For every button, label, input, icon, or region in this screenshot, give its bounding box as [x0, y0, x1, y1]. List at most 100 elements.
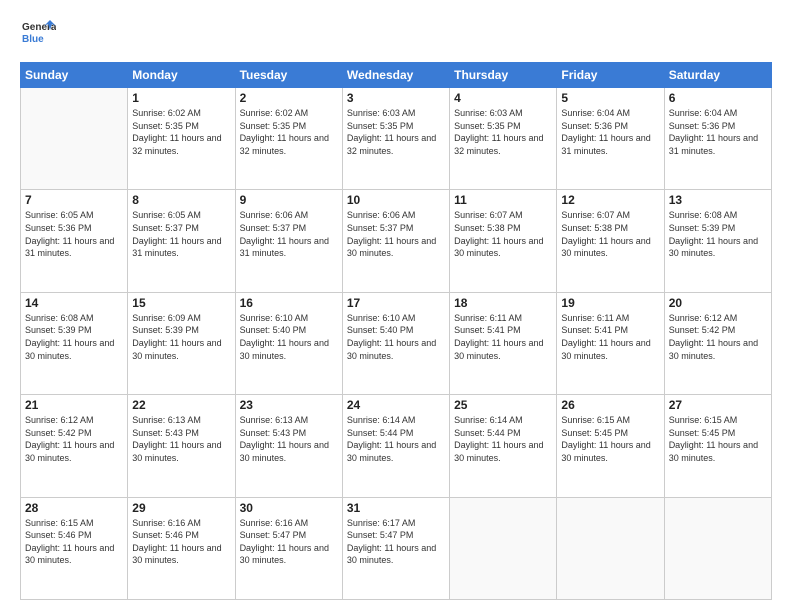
day-number: 15: [132, 296, 230, 310]
day-number: 20: [669, 296, 767, 310]
col-header-friday: Friday: [557, 63, 664, 88]
day-number: 26: [561, 398, 659, 412]
cell-info: Sunrise: 6:02 AM Sunset: 5:35 PM Dayligh…: [240, 107, 338, 157]
calendar-row-4: 28 Sunrise: 6:15 AM Sunset: 5:46 PM Dayl…: [21, 497, 772, 599]
day-number: 3: [347, 91, 445, 105]
cell-info: Sunrise: 6:07 AM Sunset: 5:38 PM Dayligh…: [561, 209, 659, 259]
day-number: 13: [669, 193, 767, 207]
day-number: 29: [132, 501, 230, 515]
calendar-cell: 25 Sunrise: 6:14 AM Sunset: 5:44 PM Dayl…: [450, 395, 557, 497]
day-number: 5: [561, 91, 659, 105]
calendar-row-1: 7 Sunrise: 6:05 AM Sunset: 5:36 PM Dayli…: [21, 190, 772, 292]
calendar-table: SundayMondayTuesdayWednesdayThursdayFrid…: [20, 62, 772, 600]
calendar-cell: 24 Sunrise: 6:14 AM Sunset: 5:44 PM Dayl…: [342, 395, 449, 497]
calendar-cell: [450, 497, 557, 599]
cell-info: Sunrise: 6:12 AM Sunset: 5:42 PM Dayligh…: [669, 312, 767, 362]
col-header-saturday: Saturday: [664, 63, 771, 88]
day-number: 18: [454, 296, 552, 310]
day-number: 7: [25, 193, 123, 207]
cell-info: Sunrise: 6:14 AM Sunset: 5:44 PM Dayligh…: [454, 414, 552, 464]
day-number: 6: [669, 91, 767, 105]
calendar-cell: 11 Sunrise: 6:07 AM Sunset: 5:38 PM Dayl…: [450, 190, 557, 292]
cell-info: Sunrise: 6:15 AM Sunset: 5:46 PM Dayligh…: [25, 517, 123, 567]
calendar-cell: 3 Sunrise: 6:03 AM Sunset: 5:35 PM Dayli…: [342, 88, 449, 190]
day-number: 28: [25, 501, 123, 515]
col-header-sunday: Sunday: [21, 63, 128, 88]
cell-info: Sunrise: 6:10 AM Sunset: 5:40 PM Dayligh…: [347, 312, 445, 362]
day-number: 31: [347, 501, 445, 515]
calendar-cell: 26 Sunrise: 6:15 AM Sunset: 5:45 PM Dayl…: [557, 395, 664, 497]
cell-info: Sunrise: 6:16 AM Sunset: 5:47 PM Dayligh…: [240, 517, 338, 567]
calendar-cell: 7 Sunrise: 6:05 AM Sunset: 5:36 PM Dayli…: [21, 190, 128, 292]
col-header-thursday: Thursday: [450, 63, 557, 88]
day-number: 22: [132, 398, 230, 412]
calendar-cell: 6 Sunrise: 6:04 AM Sunset: 5:36 PM Dayli…: [664, 88, 771, 190]
cell-info: Sunrise: 6:11 AM Sunset: 5:41 PM Dayligh…: [454, 312, 552, 362]
cell-info: Sunrise: 6:13 AM Sunset: 5:43 PM Dayligh…: [240, 414, 338, 464]
day-number: 19: [561, 296, 659, 310]
cell-info: Sunrise: 6:03 AM Sunset: 5:35 PM Dayligh…: [347, 107, 445, 157]
calendar-cell: [664, 497, 771, 599]
cell-info: Sunrise: 6:15 AM Sunset: 5:45 PM Dayligh…: [561, 414, 659, 464]
day-number: 8: [132, 193, 230, 207]
calendar-cell: 8 Sunrise: 6:05 AM Sunset: 5:37 PM Dayli…: [128, 190, 235, 292]
calendar-row-2: 14 Sunrise: 6:08 AM Sunset: 5:39 PM Dayl…: [21, 292, 772, 394]
cell-info: Sunrise: 6:02 AM Sunset: 5:35 PM Dayligh…: [132, 107, 230, 157]
cell-info: Sunrise: 6:13 AM Sunset: 5:43 PM Dayligh…: [132, 414, 230, 464]
day-number: 14: [25, 296, 123, 310]
cell-info: Sunrise: 6:12 AM Sunset: 5:42 PM Dayligh…: [25, 414, 123, 464]
calendar-cell: 17 Sunrise: 6:10 AM Sunset: 5:40 PM Dayl…: [342, 292, 449, 394]
cell-info: Sunrise: 6:03 AM Sunset: 5:35 PM Dayligh…: [454, 107, 552, 157]
day-number: 16: [240, 296, 338, 310]
svg-text:Blue: Blue: [22, 34, 44, 45]
calendar-cell: 19 Sunrise: 6:11 AM Sunset: 5:41 PM Dayl…: [557, 292, 664, 394]
day-number: 1: [132, 91, 230, 105]
calendar-cell: 12 Sunrise: 6:07 AM Sunset: 5:38 PM Dayl…: [557, 190, 664, 292]
day-number: 11: [454, 193, 552, 207]
cell-info: Sunrise: 6:10 AM Sunset: 5:40 PM Dayligh…: [240, 312, 338, 362]
calendar-cell: 14 Sunrise: 6:08 AM Sunset: 5:39 PM Dayl…: [21, 292, 128, 394]
header: General Blue: [20, 16, 772, 52]
col-header-wednesday: Wednesday: [342, 63, 449, 88]
cell-info: Sunrise: 6:09 AM Sunset: 5:39 PM Dayligh…: [132, 312, 230, 362]
cell-info: Sunrise: 6:06 AM Sunset: 5:37 PM Dayligh…: [240, 209, 338, 259]
cell-info: Sunrise: 6:06 AM Sunset: 5:37 PM Dayligh…: [347, 209, 445, 259]
logo: General Blue: [20, 16, 56, 52]
col-header-tuesday: Tuesday: [235, 63, 342, 88]
day-number: 23: [240, 398, 338, 412]
calendar-cell: 23 Sunrise: 6:13 AM Sunset: 5:43 PM Dayl…: [235, 395, 342, 497]
page: General Blue SundayMondayTuesdayWednesda…: [0, 0, 792, 612]
calendar-cell: 2 Sunrise: 6:02 AM Sunset: 5:35 PM Dayli…: [235, 88, 342, 190]
calendar-cell: 10 Sunrise: 6:06 AM Sunset: 5:37 PM Dayl…: [342, 190, 449, 292]
cell-info: Sunrise: 6:04 AM Sunset: 5:36 PM Dayligh…: [561, 107, 659, 157]
day-number: 9: [240, 193, 338, 207]
cell-info: Sunrise: 6:16 AM Sunset: 5:46 PM Dayligh…: [132, 517, 230, 567]
calendar-cell: 27 Sunrise: 6:15 AM Sunset: 5:45 PM Dayl…: [664, 395, 771, 497]
logo-svg: General Blue: [20, 16, 56, 52]
cell-info: Sunrise: 6:15 AM Sunset: 5:45 PM Dayligh…: [669, 414, 767, 464]
cell-info: Sunrise: 6:17 AM Sunset: 5:47 PM Dayligh…: [347, 517, 445, 567]
day-number: 27: [669, 398, 767, 412]
calendar-cell: 4 Sunrise: 6:03 AM Sunset: 5:35 PM Dayli…: [450, 88, 557, 190]
day-number: 21: [25, 398, 123, 412]
cell-info: Sunrise: 6:14 AM Sunset: 5:44 PM Dayligh…: [347, 414, 445, 464]
cell-info: Sunrise: 6:07 AM Sunset: 5:38 PM Dayligh…: [454, 209, 552, 259]
day-number: 30: [240, 501, 338, 515]
day-number: 4: [454, 91, 552, 105]
calendar-cell: 18 Sunrise: 6:11 AM Sunset: 5:41 PM Dayl…: [450, 292, 557, 394]
calendar-cell: 5 Sunrise: 6:04 AM Sunset: 5:36 PM Dayli…: [557, 88, 664, 190]
day-number: 2: [240, 91, 338, 105]
calendar-row-0: 1 Sunrise: 6:02 AM Sunset: 5:35 PM Dayli…: [21, 88, 772, 190]
calendar-cell: 21 Sunrise: 6:12 AM Sunset: 5:42 PM Dayl…: [21, 395, 128, 497]
calendar-cell: 9 Sunrise: 6:06 AM Sunset: 5:37 PM Dayli…: [235, 190, 342, 292]
day-number: 12: [561, 193, 659, 207]
day-number: 17: [347, 296, 445, 310]
calendar-cell: 30 Sunrise: 6:16 AM Sunset: 5:47 PM Dayl…: [235, 497, 342, 599]
cell-info: Sunrise: 6:08 AM Sunset: 5:39 PM Dayligh…: [25, 312, 123, 362]
calendar-cell: 22 Sunrise: 6:13 AM Sunset: 5:43 PM Dayl…: [128, 395, 235, 497]
calendar-cell: 16 Sunrise: 6:10 AM Sunset: 5:40 PM Dayl…: [235, 292, 342, 394]
calendar-cell: 20 Sunrise: 6:12 AM Sunset: 5:42 PM Dayl…: [664, 292, 771, 394]
day-number: 24: [347, 398, 445, 412]
calendar-cell: [557, 497, 664, 599]
calendar-cell: 1 Sunrise: 6:02 AM Sunset: 5:35 PM Dayli…: [128, 88, 235, 190]
